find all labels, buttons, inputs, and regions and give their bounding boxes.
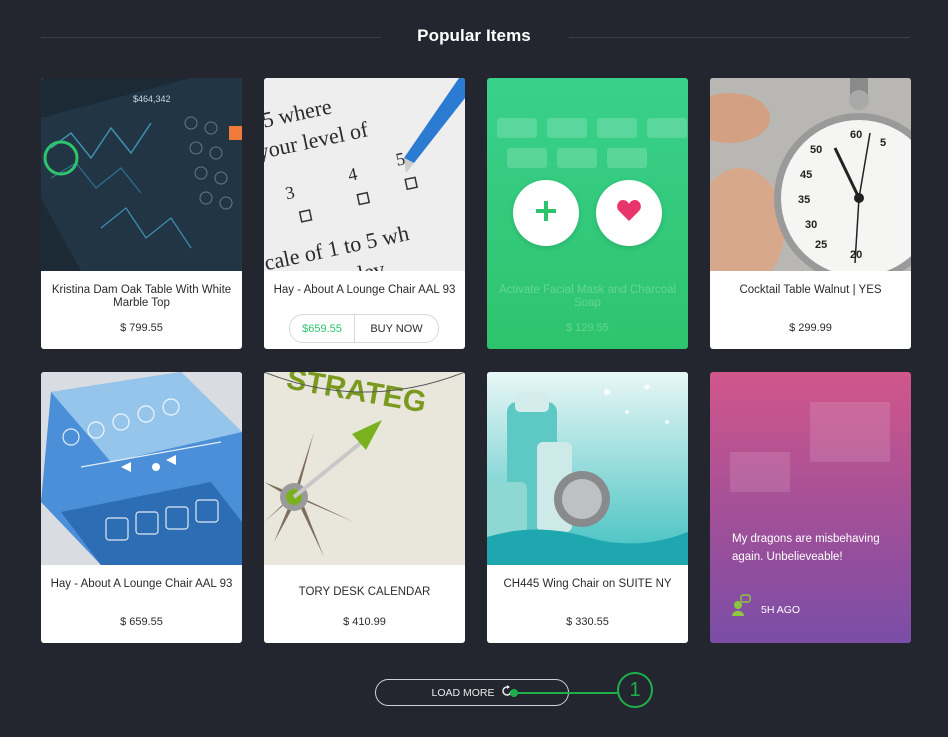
- product-card[interactable]: CH445 Wing Chair on SUITE NY $ 330.55: [487, 372, 688, 643]
- product-name[interactable]: CH445 Wing Chair on SUITE NY: [495, 578, 680, 591]
- post-time: 5H AGO: [761, 604, 801, 616]
- like-button[interactable]: [596, 180, 662, 246]
- product-image: STRATEG: [264, 372, 465, 565]
- product-name[interactable]: Hay - About A Lounge Chair AAL 93: [272, 284, 457, 297]
- product-price: $ 799.55: [120, 322, 163, 334]
- product-price: $ 129.55: [566, 322, 609, 334]
- section-header: Popular Items: [0, 0, 948, 76]
- product-name[interactable]: Cocktail Table Walnut | YES: [718, 284, 903, 297]
- svg-text:$464,342: $464,342: [133, 94, 171, 104]
- user-icon: [732, 594, 752, 621]
- product-price: $659.55: [290, 315, 355, 342]
- svg-text:60: 60: [850, 129, 862, 141]
- product-card-hover[interactable]: Activate Facial Mask and Charcoal Soap $…: [487, 78, 688, 349]
- product-image: [41, 372, 242, 565]
- product-card[interactable]: $464,342 Kristina Dam Oak Table With Whi…: [41, 78, 242, 349]
- product-card[interactable]: Hay - About A Lounge Chair AAL 93 $ 659.…: [41, 372, 242, 643]
- post-text: My dragons are misbehaving again. Unbeli…: [732, 533, 880, 563]
- svg-text:25: 25: [815, 239, 827, 251]
- annotation-marker: 1: [617, 672, 653, 708]
- product-image: 605 5045 3530 2520: [710, 78, 911, 271]
- product-price: $ 410.99: [343, 616, 386, 628]
- product-price: $ 299.99: [789, 322, 832, 334]
- product-price: $ 330.55: [566, 616, 609, 628]
- social-post-card[interactable]: My dragons are misbehaving again. Unbeli…: [710, 372, 911, 643]
- product-card[interactable]: 605 5045 3530 2520 Cocktail Table Walnut…: [710, 78, 911, 349]
- product-name[interactable]: Kristina Dam Oak Table With White Marble…: [49, 284, 234, 310]
- divider-right: [569, 37, 910, 38]
- product-price: $ 659.55: [120, 616, 163, 628]
- product-name: Activate Facial Mask and Charcoal Soap: [498, 284, 677, 309]
- buy-now-button[interactable]: BUY NOW: [355, 315, 438, 342]
- add-to-cart-button[interactable]: [513, 180, 579, 246]
- buy-widget: $659.55 BUY NOW: [289, 314, 439, 343]
- svg-text:45: 45: [800, 169, 812, 181]
- product-image: [487, 372, 688, 565]
- plus-icon: [534, 199, 558, 228]
- product-card[interactable]: to 5 where te your level of 3 4 5 cale o…: [264, 78, 465, 349]
- svg-text:50: 50: [810, 144, 822, 156]
- product-image: [487, 78, 688, 271]
- svg-text:5: 5: [880, 137, 886, 149]
- svg-text:30: 30: [805, 219, 817, 231]
- product-name[interactable]: TORY DESK CALENDAR: [272, 586, 457, 599]
- product-image: to 5 where te your level of 3 4 5 cale o…: [264, 78, 465, 271]
- annotation-line: [514, 692, 618, 694]
- product-image: $464,342: [41, 78, 242, 271]
- divider-left: [41, 37, 381, 38]
- svg-text:35: 35: [798, 194, 810, 206]
- heart-icon: [616, 199, 642, 228]
- product-card[interactable]: STRATEG TORY DESK CALENDAR $ 410.99: [264, 372, 465, 643]
- product-name[interactable]: Hay - About A Lounge Chair AAL 93: [49, 578, 234, 591]
- section-title: Popular Items: [417, 26, 531, 45]
- annotation-dot: [510, 689, 518, 697]
- load-more-label: LOAD MORE: [431, 686, 495, 699]
